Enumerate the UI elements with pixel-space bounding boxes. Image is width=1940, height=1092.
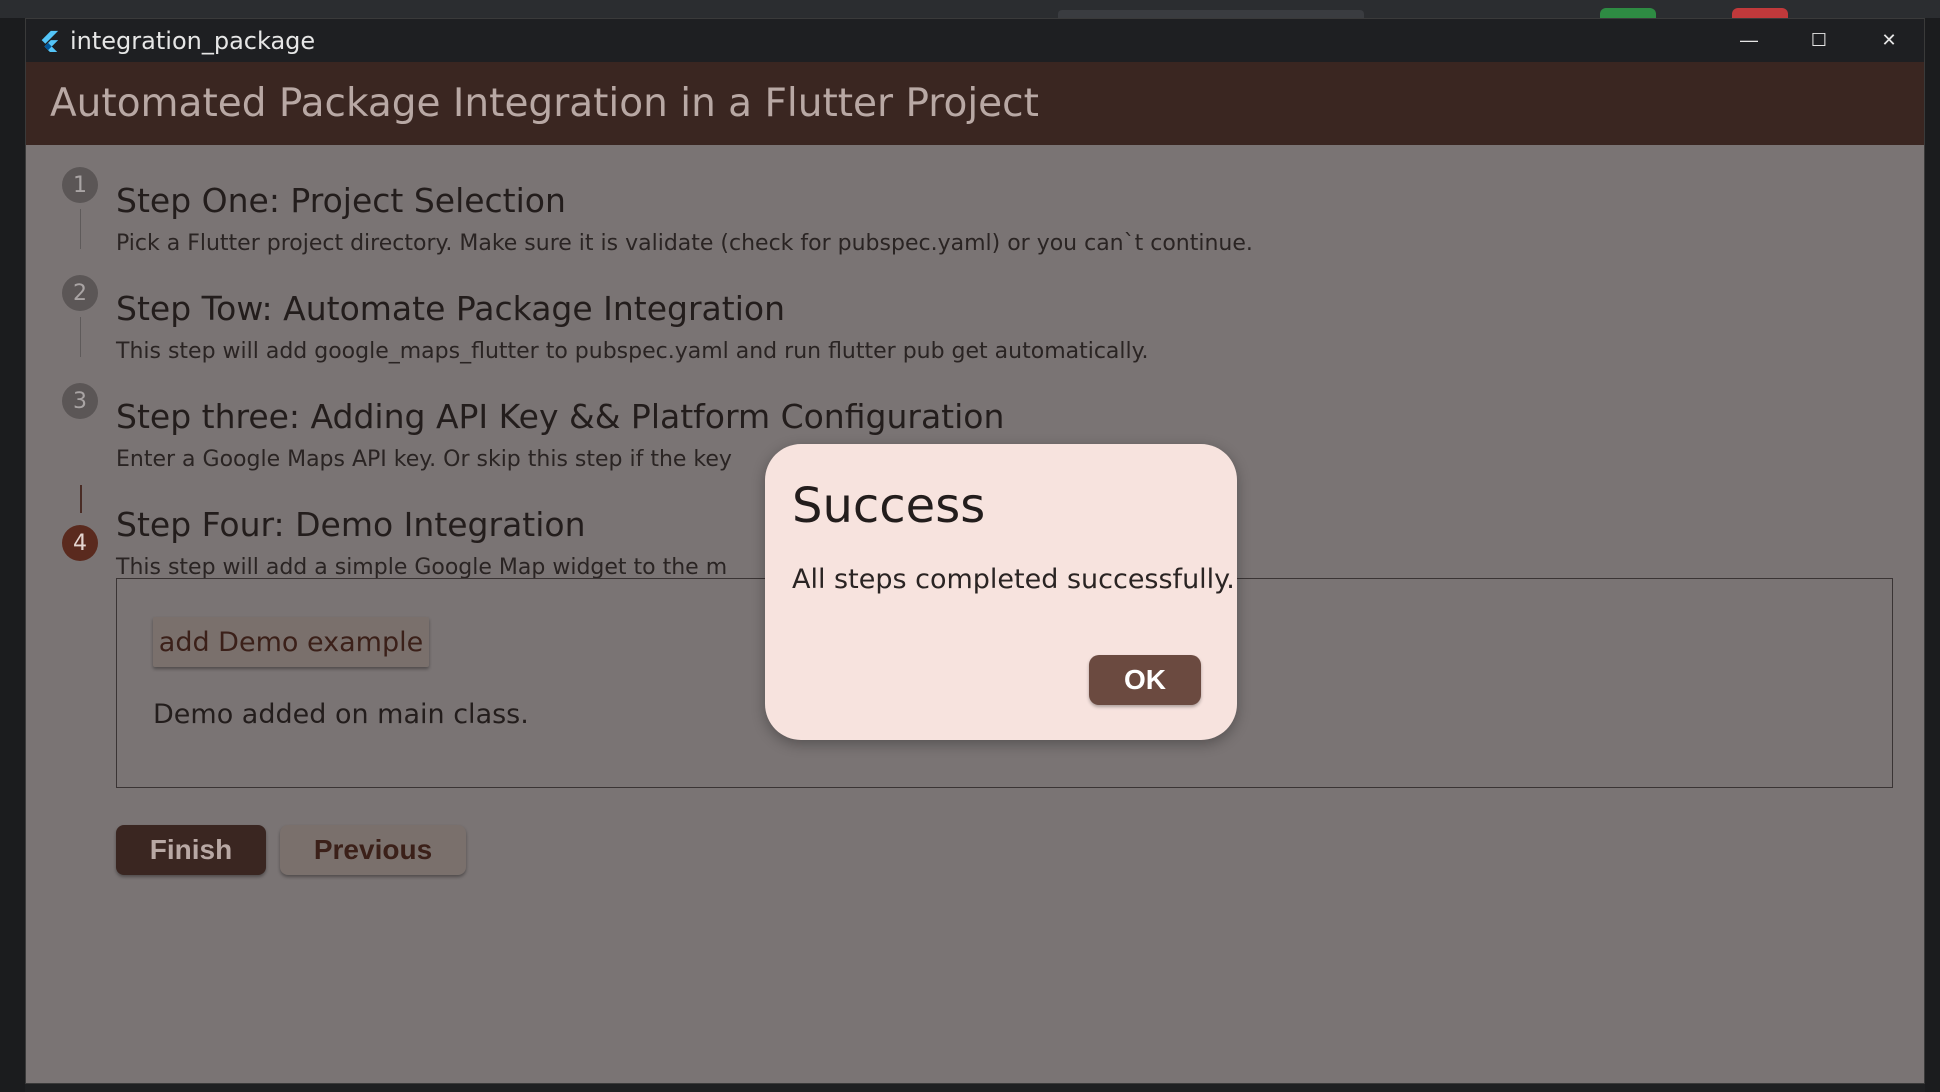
step-number: 1	[73, 172, 87, 198]
step-connector	[80, 317, 81, 357]
step-1-subtitle: Pick a Flutter project directory. Make s…	[116, 231, 1253, 256]
app-bar: Automated Package Integration in a Flutt…	[26, 62, 1924, 145]
minimize-button[interactable]: —	[1714, 19, 1784, 62]
dialog-title: Success	[792, 478, 986, 534]
step-number: 4	[73, 530, 87, 556]
step-2-subtitle: This step will add google_maps_flutter t…	[116, 339, 1149, 364]
maximize-icon: ☐	[1810, 30, 1828, 50]
ok-button[interactable]: OK	[1089, 655, 1201, 705]
step-2-indicator[interactable]: 2	[62, 275, 98, 311]
step-4-indicator[interactable]: 4	[62, 525, 98, 561]
success-dialog: Success All steps completed successfully…	[765, 444, 1237, 740]
demo-status-text: Demo added on main class.	[153, 699, 529, 730]
step-4-subtitle: This step will add a simple Google Map w…	[116, 555, 728, 580]
step-4-title[interactable]: Step Four: Demo Integration	[116, 505, 586, 544]
window-title: integration_package	[70, 26, 316, 55]
window-controls: — ☐ ✕	[1714, 19, 1924, 62]
add-demo-button[interactable]: add Demo example	[153, 617, 429, 667]
step-1-title[interactable]: Step One: Project Selection	[116, 181, 566, 220]
page-title: Automated Package Integration in a Flutt…	[50, 81, 1039, 126]
close-button[interactable]: ✕	[1854, 19, 1924, 62]
step-connector	[80, 485, 82, 513]
background-left-panel	[0, 18, 25, 1092]
finish-button[interactable]: Finish	[116, 825, 266, 875]
step-1-indicator[interactable]: 1	[62, 167, 98, 203]
close-icon: ✕	[1881, 30, 1897, 50]
dialog-message: All steps completed successfully.	[792, 564, 1235, 595]
previous-button[interactable]: Previous	[280, 825, 466, 875]
window-titlebar[interactable]: integration_package — ☐ ✕	[26, 19, 1924, 62]
app-window: integration_package — ☐ ✕ Automated Pack…	[25, 18, 1925, 1084]
step-number: 2	[73, 280, 87, 306]
flutter-logo-icon	[41, 30, 59, 52]
maximize-button[interactable]: ☐	[1784, 19, 1854, 62]
step-3-subtitle: Enter a Google Maps API key. Or skip thi…	[116, 447, 732, 472]
step-2-title[interactable]: Step Tow: Automate Package Integration	[116, 289, 785, 328]
step-connector	[80, 209, 81, 249]
step-3-title[interactable]: Step three: Adding API Key && Platform C…	[116, 397, 1004, 436]
minimize-icon: —	[1740, 30, 1758, 50]
background-right-panel	[1925, 18, 1940, 1092]
step-3-indicator[interactable]: 3	[62, 383, 98, 419]
step-number: 3	[73, 388, 87, 414]
